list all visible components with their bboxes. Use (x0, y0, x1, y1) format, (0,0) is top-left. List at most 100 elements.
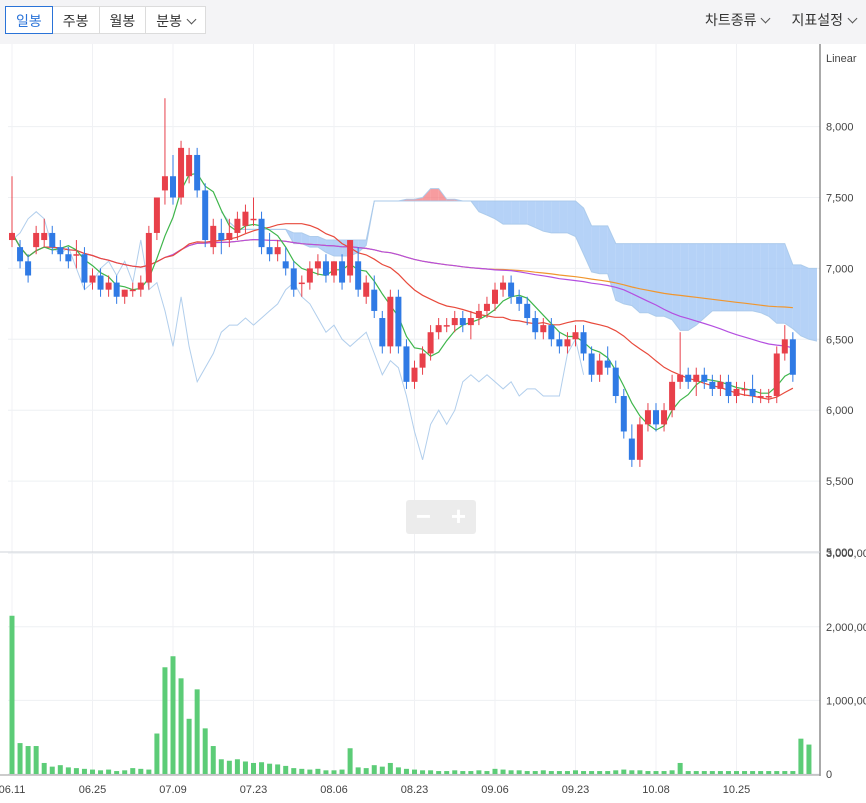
volume-bar (742, 771, 748, 774)
volume-tick-label: 0 (826, 769, 832, 781)
time-tick-label: 07.23 (240, 784, 268, 796)
candle-body (475, 310, 482, 319)
price-tick-label: 6,000 (826, 405, 854, 417)
time-tick-label: 06.25 (79, 784, 107, 796)
volume-bar (790, 771, 796, 774)
candle-body (25, 261, 32, 276)
volume-bar (138, 768, 144, 774)
chart-toolbar: 일봉 주봉 월봉 분봉 차트종류 지표설정 (0, 0, 866, 44)
volume-bar (387, 762, 393, 774)
indicator-settings-dropdown[interactable]: 지표설정 (791, 10, 858, 30)
volume-bar (420, 770, 426, 774)
tab-weekly[interactable]: 주봉 (51, 6, 100, 34)
volume-bar (806, 744, 812, 774)
volume-bar (186, 718, 192, 774)
candle-body (644, 410, 651, 425)
volume-bar (709, 771, 715, 774)
cloud-segment (607, 225, 616, 301)
candle-body (17, 247, 24, 262)
volume-bar (347, 748, 353, 774)
volume-bar (444, 771, 450, 774)
candle-body (564, 339, 571, 347)
volume-bar (500, 769, 506, 774)
cloud-segment (688, 243, 697, 331)
stock-chart[interactable]: Linear 5,0005,5006,0006,5007,0007,5008,0… (0, 44, 866, 803)
cloud-segment (495, 201, 504, 225)
volume-bar (395, 767, 401, 774)
candle-body (298, 282, 305, 285)
cloud-segment (543, 201, 552, 233)
tab-minute[interactable]: 분봉 (145, 6, 207, 34)
candle-body (178, 147, 185, 198)
candle-body (467, 318, 474, 326)
candle-body (524, 303, 531, 319)
volume-bar (49, 766, 55, 774)
volume-bar (283, 765, 289, 774)
cloud-segment (615, 243, 624, 304)
volume-bar (677, 762, 683, 774)
volume-bar (331, 770, 337, 774)
candle-body (41, 232, 48, 241)
volume-bar (218, 759, 224, 774)
price-tick-label: 5,500 (826, 476, 854, 488)
cloud-segment (736, 243, 745, 311)
tab-daily[interactable]: 일봉 (5, 6, 53, 34)
chart-type-dropdown[interactable]: 차트종류 (705, 10, 771, 30)
cloud-segment (784, 243, 793, 329)
volume-bar (540, 770, 546, 774)
candle-body (411, 367, 418, 382)
candle-body (49, 232, 56, 248)
volume-bar (9, 615, 15, 774)
candle-body (572, 332, 579, 340)
volume-bar (242, 761, 248, 774)
cloud-segment (768, 243, 777, 324)
candle-body (492, 289, 498, 304)
cloud-segment (535, 201, 544, 232)
volume-bar (468, 771, 474, 774)
candle-body (387, 296, 394, 347)
candle-body (653, 410, 659, 425)
candle-body (443, 325, 450, 327)
volume-bar (798, 738, 804, 774)
cloud-segment (551, 201, 560, 233)
tab-monthly[interactable]: 월봉 (98, 6, 147, 34)
time-tick-label: 07.09 (159, 784, 187, 796)
cloud-segment (776, 243, 785, 324)
candle-body (427, 332, 434, 354)
volume-bar (508, 770, 514, 774)
volume-bar (766, 771, 772, 774)
candle-body (435, 325, 442, 333)
time-tick-label: 06.11 (0, 784, 25, 796)
volume-bar (653, 771, 659, 774)
candle-body (451, 318, 458, 326)
volume-bar (758, 771, 764, 774)
volume-bar (178, 678, 184, 774)
zoom-out-button[interactable]: − (406, 500, 441, 534)
candle-body (242, 211, 249, 226)
candle-body (290, 268, 297, 290)
volume-bar (693, 771, 699, 774)
volume-bar (573, 770, 578, 774)
volume-bar (436, 771, 442, 774)
candle-body (483, 303, 490, 311)
ichimoku-cloud (221, 188, 817, 342)
volume-bar (782, 771, 788, 774)
volume-bar (251, 762, 256, 774)
candle-body (419, 353, 426, 368)
candle-body (596, 360, 603, 375)
volume-bar (162, 667, 168, 774)
candle-body (781, 339, 788, 354)
volume-bar (725, 771, 731, 774)
candle-body (314, 261, 321, 269)
volume-bar (299, 768, 305, 774)
volume-bar (717, 771, 723, 774)
candle-body (789, 339, 796, 375)
zoom-in-button[interactable]: + (441, 500, 476, 534)
lagging-span-line (11, 211, 585, 460)
volume-bar (154, 733, 160, 774)
candle-body (757, 396, 764, 398)
volume-bar (460, 771, 466, 774)
candle-body (161, 176, 168, 191)
candle-body (274, 247, 281, 255)
volume-bar (267, 763, 273, 774)
